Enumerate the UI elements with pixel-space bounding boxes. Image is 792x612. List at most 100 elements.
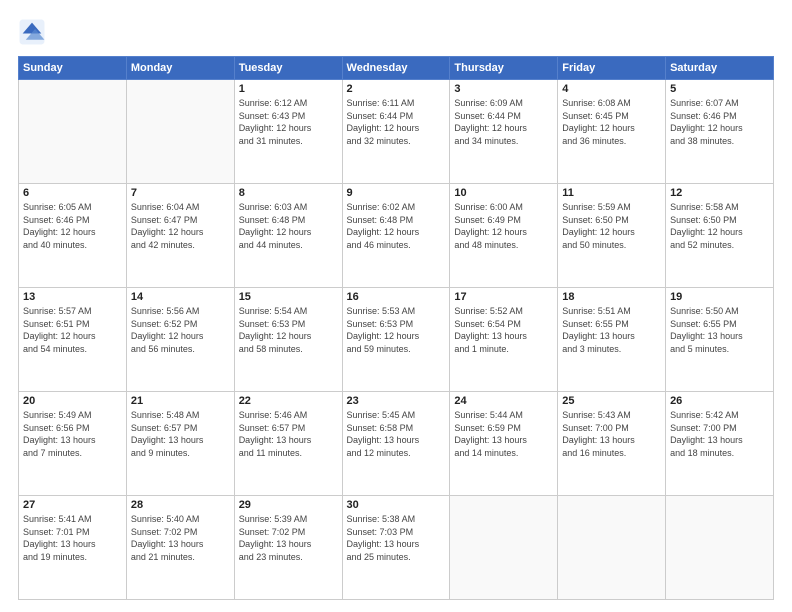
day-number: 18 [562,291,661,303]
calendar-week-4: 20Sunrise: 5:49 AM Sunset: 6:56 PM Dayli… [19,392,774,496]
day-info: Sunrise: 6:07 AM Sunset: 6:46 PM Dayligh… [670,97,769,147]
calendar-cell: 6Sunrise: 6:05 AM Sunset: 6:46 PM Daylig… [19,184,127,288]
day-number: 28 [131,499,230,511]
calendar-cell: 25 Sunrise: 5:43 AM Sunset: 7:00 PM Dayli… [558,392,666,496]
day-number: 3 [454,83,553,95]
calendar-cell: 23 Sunrise: 5:45 AM Sunset: 6:58 PM Dayli… [342,392,450,496]
day-number: 10 [454,187,553,199]
calendar-cell: 4 Sunrise: 6:08 AM Sunset: 6:45 PM Daylig… [558,80,666,184]
calendar-cell: 26Sunrise: 5:42 AM Sunset: 7:00 PM Dayli… [666,392,774,496]
weekday-header-friday: Friday [558,57,666,80]
calendar-cell: 12Sunrise: 5:58 AM Sunset: 6:50 PM Dayli… [666,184,774,288]
weekday-header-monday: Monday [126,57,234,80]
calendar-cell: 24 Sunrise: 5:44 AM Sunset: 6:59 PM Dayli… [450,392,558,496]
calendar-body: 1 Sunrise: 6:12 AM Sunset: 6:43 PM Daylig… [19,80,774,600]
day-number: 11 [562,187,661,199]
day-number: 8 [239,187,338,199]
day-number: 12 [670,187,769,199]
weekday-header-tuesday: Tuesday [234,57,342,80]
calendar-cell: 16Sunrise: 5:53 AM Sunset: 6:53 PM Dayli… [342,288,450,392]
calendar-week-5: 27 Sunrise: 5:41 AM Sunset: 7:01 PM Dayli… [19,496,774,600]
calendar-cell: 9 Sunrise: 6:02 AM Sunset: 6:48 PM Daylig… [342,184,450,288]
calendar-week-3: 13 Sunrise: 5:57 AM Sunset: 6:51 PM Dayli… [19,288,774,392]
day-info: Sunrise: 5:39 AM Sunset: 7:02 PM Dayligh… [239,513,338,563]
calendar-cell: 1 Sunrise: 6:12 AM Sunset: 6:43 PM Daylig… [234,80,342,184]
calendar-cell: 11 Sunrise: 5:59 AM Sunset: 6:50 PM Dayli… [558,184,666,288]
day-info: Sunrise: 6:00 AM Sunset: 6:49 PM Dayligh… [454,201,553,251]
calendar-cell: 7 Sunrise: 6:04 AM Sunset: 6:47 PM Daylig… [126,184,234,288]
calendar-cell [666,496,774,600]
calendar-cell: 17 Sunrise: 5:52 AM Sunset: 6:54 PM Dayli… [450,288,558,392]
header [18,18,774,46]
weekday-header-wednesday: Wednesday [342,57,450,80]
calendar-cell: 27 Sunrise: 5:41 AM Sunset: 7:01 PM Dayli… [19,496,127,600]
day-info: Sunrise: 6:09 AM Sunset: 6:44 PM Dayligh… [454,97,553,147]
day-number: 13 [23,291,122,303]
calendar-cell: 28 Sunrise: 5:40 AM Sunset: 7:02 PM Dayli… [126,496,234,600]
day-info: Sunrise: 6:12 AM Sunset: 6:43 PM Dayligh… [239,97,338,147]
calendar-cell: 14Sunrise: 5:56 AM Sunset: 6:52 PM Dayli… [126,288,234,392]
day-number: 6 [23,187,122,199]
day-number: 20 [23,395,122,407]
day-number: 17 [454,291,553,303]
day-number: 5 [670,83,769,95]
day-info: Sunrise: 5:57 AM Sunset: 6:51 PM Dayligh… [23,305,122,355]
calendar-header: SundayMondayTuesdayWednesdayThursdayFrid… [19,57,774,80]
calendar-cell [126,80,234,184]
day-info: Sunrise: 6:02 AM Sunset: 6:48 PM Dayligh… [347,201,446,251]
day-info: Sunrise: 6:11 AM Sunset: 6:44 PM Dayligh… [347,97,446,147]
day-info: Sunrise: 5:59 AM Sunset: 6:50 PM Dayligh… [562,201,661,251]
calendar-cell: 5 Sunrise: 6:07 AM Sunset: 6:46 PM Daylig… [666,80,774,184]
day-info: Sunrise: 5:46 AM Sunset: 6:57 PM Dayligh… [239,409,338,459]
day-number: 4 [562,83,661,95]
day-info: Sunrise: 5:51 AM Sunset: 6:55 PM Dayligh… [562,305,661,355]
day-number: 22 [239,395,338,407]
day-info: Sunrise: 5:52 AM Sunset: 6:54 PM Dayligh… [454,305,553,355]
day-number: 24 [454,395,553,407]
day-number: 23 [347,395,446,407]
day-info: Sunrise: 5:50 AM Sunset: 6:55 PM Dayligh… [670,305,769,355]
day-number: 14 [131,291,230,303]
weekday-header-saturday: Saturday [666,57,774,80]
calendar-cell: 10 Sunrise: 6:00 AM Sunset: 6:49 PM Dayli… [450,184,558,288]
calendar-cell: 20Sunrise: 5:49 AM Sunset: 6:56 PM Dayli… [19,392,127,496]
calendar-cell: 30 Sunrise: 5:38 AM Sunset: 7:03 PM Dayli… [342,496,450,600]
day-info: Sunrise: 6:04 AM Sunset: 6:47 PM Dayligh… [131,201,230,251]
calendar-cell: 18 Sunrise: 5:51 AM Sunset: 6:55 PM Dayli… [558,288,666,392]
day-info: Sunrise: 5:41 AM Sunset: 7:01 PM Dayligh… [23,513,122,563]
day-number: 19 [670,291,769,303]
calendar-cell [450,496,558,600]
day-info: Sunrise: 5:44 AM Sunset: 6:59 PM Dayligh… [454,409,553,459]
day-number: 1 [239,83,338,95]
day-info: Sunrise: 5:40 AM Sunset: 7:02 PM Dayligh… [131,513,230,563]
day-number: 25 [562,395,661,407]
day-info: Sunrise: 5:45 AM Sunset: 6:58 PM Dayligh… [347,409,446,459]
calendar-cell: 29 Sunrise: 5:39 AM Sunset: 7:02 PM Dayli… [234,496,342,600]
day-number: 2 [347,83,446,95]
calendar-cell [558,496,666,600]
day-number: 29 [239,499,338,511]
calendar-cell: 22 Sunrise: 5:46 AM Sunset: 6:57 PM Dayli… [234,392,342,496]
calendar-cell: 3 Sunrise: 6:09 AM Sunset: 6:44 PM Daylig… [450,80,558,184]
calendar-cell: 21Sunrise: 5:48 AM Sunset: 6:57 PM Dayli… [126,392,234,496]
day-info: Sunrise: 5:48 AM Sunset: 6:57 PM Dayligh… [131,409,230,459]
day-number: 27 [23,499,122,511]
day-number: 30 [347,499,446,511]
calendar-cell: 19 Sunrise: 5:50 AM Sunset: 6:55 PM Dayli… [666,288,774,392]
day-info: Sunrise: 5:43 AM Sunset: 7:00 PM Dayligh… [562,409,661,459]
calendar-week-2: 6Sunrise: 6:05 AM Sunset: 6:46 PM Daylig… [19,184,774,288]
day-number: 9 [347,187,446,199]
day-info: Sunrise: 6:03 AM Sunset: 6:48 PM Dayligh… [239,201,338,251]
day-info: Sunrise: 5:54 AM Sunset: 6:53 PM Dayligh… [239,305,338,355]
day-info: Sunrise: 5:38 AM Sunset: 7:03 PM Dayligh… [347,513,446,563]
weekday-header-sunday: Sunday [19,57,127,80]
weekday-header-row: SundayMondayTuesdayWednesdayThursdayFrid… [19,57,774,80]
day-info: Sunrise: 5:53 AM Sunset: 6:53 PM Dayligh… [347,305,446,355]
weekday-header-thursday: Thursday [450,57,558,80]
calendar-cell [19,80,127,184]
calendar-cell: 15Sunrise: 5:54 AM Sunset: 6:53 PM Dayli… [234,288,342,392]
day-info: Sunrise: 6:08 AM Sunset: 6:45 PM Dayligh… [562,97,661,147]
calendar-cell: 8 Sunrise: 6:03 AM Sunset: 6:48 PM Daylig… [234,184,342,288]
logo [18,18,50,46]
day-number: 7 [131,187,230,199]
